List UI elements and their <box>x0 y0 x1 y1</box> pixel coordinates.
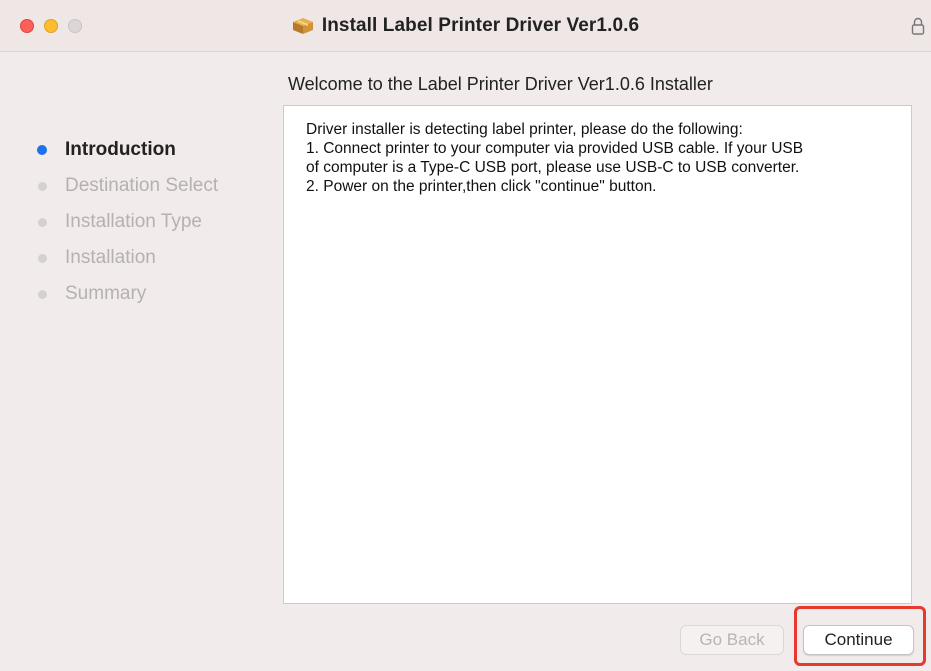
package-box-icon <box>292 17 314 35</box>
step-summary: Summary <box>0 276 275 312</box>
installer-steps: Introduction Destination Select Installa… <box>0 132 275 312</box>
installer-window: Install Label Printer Driver Ver1.0.6 In… <box>0 0 931 671</box>
title-bar: Install Label Printer Driver Ver1.0.6 <box>0 0 931 52</box>
step-label: Summary <box>65 283 147 304</box>
page-title: Welcome to the Label Printer Driver Ver1… <box>288 74 713 94</box>
body-line: 1. Connect printer to your computer via … <box>306 140 804 157</box>
continue-button[interactable]: Continue <box>803 625 914 655</box>
step-bullet-icon <box>37 145 47 155</box>
step-bullet-icon <box>38 218 47 227</box>
step-bullet-icon <box>38 290 47 299</box>
step-label: Installation <box>65 247 156 268</box>
step-label: Installation Type <box>65 211 202 232</box>
window-title: Install Label Printer Driver Ver1.0.6 <box>321 15 640 36</box>
step-installation: Installation <box>0 240 275 276</box>
introduction-text-panel[interactable]: Driver installer is detecting label prin… <box>283 105 912 604</box>
step-destination-select: Destination Select <box>0 168 275 204</box>
window-title-group: Install Label Printer Driver Ver1.0.6 <box>0 0 931 52</box>
step-label: Destination Select <box>65 175 219 196</box>
step-installation-type: Installation Type <box>0 204 275 240</box>
step-label: Introduction <box>65 139 176 160</box>
step-bullet-icon <box>38 182 47 191</box>
lock-icon <box>911 16 925 36</box>
step-introduction: Introduction <box>0 132 275 168</box>
step-bullet-icon <box>38 254 47 263</box>
body-line: 2. Power on the printer,then click "cont… <box>306 178 657 195</box>
go-back-button[interactable]: Go Back <box>680 625 784 655</box>
body-line: of computer is a Type-C USB port, please… <box>306 159 800 176</box>
body-line: Driver installer is detecting label prin… <box>306 121 743 138</box>
